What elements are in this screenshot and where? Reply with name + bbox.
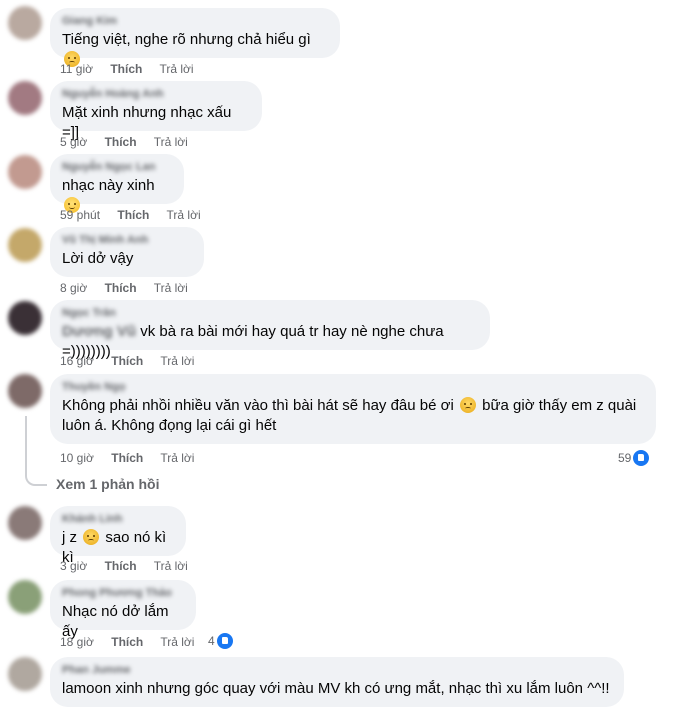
view-replies-link[interactable]: Xem 1 phản hồi bbox=[56, 476, 159, 492]
timestamp[interactable]: 11 giờ bbox=[60, 62, 93, 76]
timestamp[interactable]: 8 giờ bbox=[60, 281, 87, 295]
reply-button[interactable]: Trả lời bbox=[160, 354, 194, 368]
comment-text: luôn á. Không đọng lại cái gì hết bbox=[62, 417, 277, 434]
comment-bubble: Giang Kim Tiếng việt, nghe rõ nhưng chả … bbox=[50, 8, 340, 67]
comment-actions: 10 giờ Thích Trả lời bbox=[60, 450, 208, 466]
comment-author[interactable]: Thuyền Ngọ bbox=[62, 381, 644, 394]
timestamp[interactable]: 10 giờ bbox=[60, 451, 94, 465]
reaction-count-value: 59 bbox=[618, 451, 632, 465]
like-button[interactable]: Thích bbox=[111, 354, 143, 368]
reaction-count[interactable]: 59 bbox=[618, 450, 650, 466]
timestamp[interactable]: 18 giờ bbox=[60, 635, 94, 649]
comment-text: lamoon xinh nhưng góc quay với màu MV kh… bbox=[62, 680, 610, 697]
like-button[interactable]: Thích bbox=[105, 559, 137, 573]
comment-author[interactable]: Nguyễn Hoàng Anh bbox=[62, 88, 250, 101]
like-button[interactable]: Thích bbox=[110, 62, 142, 76]
avatar[interactable] bbox=[8, 228, 42, 262]
crying-emoji-icon bbox=[83, 529, 100, 545]
comment-text: j z bbox=[62, 529, 77, 546]
like-button[interactable]: Thích bbox=[111, 635, 143, 649]
like-button[interactable]: Thích bbox=[117, 208, 149, 222]
comment-actions: 3 giờ Thích Trả lời bbox=[60, 558, 202, 574]
timestamp[interactable]: 59 phút bbox=[60, 208, 100, 222]
comment-text: Lời dở vậy bbox=[62, 250, 134, 267]
comment-actions: 59 phút Thích Trả lời bbox=[60, 207, 215, 223]
comment-text: nhạc này xinh bbox=[62, 177, 155, 194]
like-button[interactable]: Thích bbox=[111, 451, 143, 465]
comment-author[interactable]: Nguyễn Ngọc Lan bbox=[62, 161, 172, 174]
comment-actions: 5 giờ Thích Trả lời bbox=[60, 134, 202, 150]
comment-bubble: Nguyễn Hoàng Anh Mặt xinh nhưng nhạc xấu… bbox=[50, 81, 262, 141]
avatar[interactable] bbox=[8, 6, 42, 40]
comment-actions: 16 giờ Thích Trả lời bbox=[60, 353, 208, 369]
comment-bubble: Phan Jumme lamoon xinh nhưng góc quay vớ… bbox=[50, 657, 624, 707]
comment-author[interactable]: Khánh Linh bbox=[62, 513, 174, 526]
reaction-count-value: 4 bbox=[208, 634, 215, 648]
reply-button[interactable]: Trả lời bbox=[154, 281, 188, 295]
comment-bubble: Phong Phương Thảo Nhạc nó dở lắm ấy bbox=[50, 580, 196, 640]
like-button[interactable]: Thích bbox=[105, 281, 137, 295]
reaction-count[interactable]: 4 bbox=[208, 633, 233, 649]
comment-bubble: Nguyễn Ngọc Lan nhạc này xinh bbox=[50, 154, 184, 213]
comment-actions: 18 giờ Thích Trả lời bbox=[60, 634, 208, 650]
comment-author[interactable]: Vũ Thị Minh Anh bbox=[62, 234, 192, 247]
comment-author[interactable]: Phan Jumme bbox=[62, 664, 612, 677]
avatar[interactable] bbox=[8, 657, 42, 691]
comment-author[interactable]: Phong Phương Thảo bbox=[62, 587, 184, 600]
avatar[interactable] bbox=[8, 81, 42, 115]
reply-button[interactable]: Trả lời bbox=[159, 62, 193, 76]
reply-button[interactable]: Trả lời bbox=[160, 635, 194, 649]
timestamp[interactable]: 5 giờ bbox=[60, 135, 87, 149]
avatar[interactable] bbox=[8, 506, 42, 540]
reply-button[interactable]: Trả lời bbox=[154, 135, 188, 149]
avatar[interactable] bbox=[8, 374, 42, 408]
avatar[interactable] bbox=[8, 580, 42, 614]
comment-actions: 11 giờ Thích Trả lời bbox=[60, 61, 208, 77]
comment-author[interactable]: Ngọc Trân bbox=[62, 307, 478, 320]
comment-bubble: Vũ Thị Minh Anh Lời dở vậy bbox=[50, 227, 204, 277]
timestamp[interactable]: 3 giờ bbox=[60, 559, 87, 573]
comment-text: bữa giờ thấy em z quài bbox=[482, 397, 637, 414]
comment-text: Tiếng việt, nghe rõ nhưng chả hiểu gì bbox=[62, 31, 311, 48]
comment-bubble: Thuyền Ngọ Không phải nhồi nhiều văn vào… bbox=[50, 374, 656, 444]
comment-actions: 8 giờ Thích Trả lời bbox=[60, 280, 202, 296]
timestamp[interactable]: 16 giờ bbox=[60, 354, 94, 368]
comment-author[interactable]: Giang Kim bbox=[62, 15, 328, 28]
like-icon bbox=[216, 633, 233, 649]
comment-bubble: Ngọc Trân Dương Vũ vk bà ra bài mới hay … bbox=[50, 300, 490, 360]
comment-bubble: Khánh Linh j z sao nó kì kì bbox=[50, 506, 186, 566]
avatar[interactable] bbox=[8, 155, 42, 189]
reply-button[interactable]: Trả lời bbox=[160, 451, 194, 465]
like-icon bbox=[633, 450, 650, 466]
reply-button[interactable]: Trả lời bbox=[154, 559, 188, 573]
like-button[interactable]: Thích bbox=[105, 135, 137, 149]
mention-link[interactable]: Dương Vũ bbox=[62, 322, 136, 342]
thread-connector bbox=[25, 416, 47, 486]
avatar[interactable] bbox=[8, 301, 42, 335]
pleading-emoji-icon bbox=[459, 397, 476, 413]
reply-button[interactable]: Trả lời bbox=[167, 208, 201, 222]
comment-text: Không phải nhồi nhiều văn vào thì bài há… bbox=[62, 397, 454, 414]
